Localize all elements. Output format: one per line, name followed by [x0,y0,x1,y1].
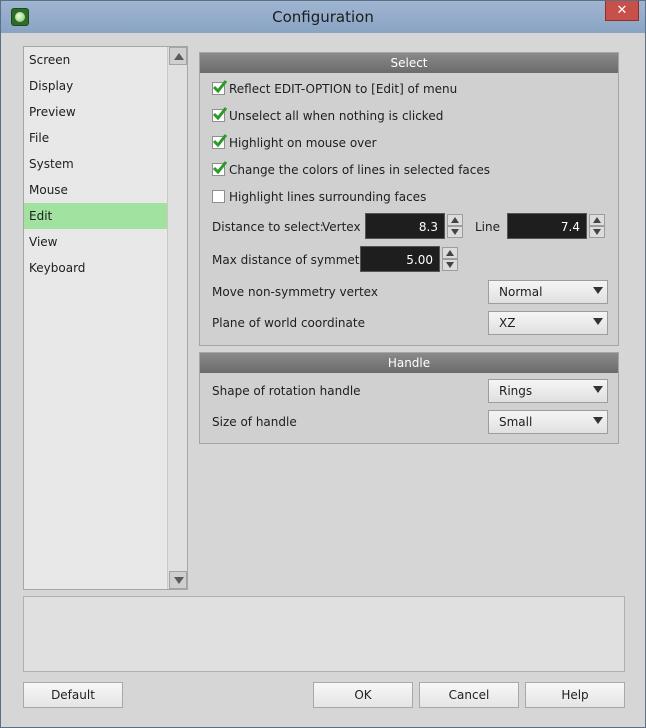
check-mark-icon [212,134,228,148]
vertex-label: Vertex [322,220,361,234]
cancel-button[interactable]: Cancel [419,682,519,708]
sidebar-item-label: Edit [29,209,53,223]
chevron-down-icon [593,417,603,424]
move-nonsymmetry-label: Move non-symmetry vertex [212,285,378,299]
plane-world-coordinate-dropdown[interactable]: XZ [488,311,608,335]
sidebar-item-label: Keyboard [29,261,86,275]
sidebar-item-view[interactable]: View [24,229,167,255]
move-nonsymmetry-dropdown[interactable]: Normal [488,280,608,304]
rotation-handle-shape-label: Shape of rotation handle [212,384,361,398]
checkbox-label: Unselect all when nothing is clicked [229,109,444,123]
title-bar[interactable]: Configuration ✕ [1,1,645,33]
chevron-down-icon [593,318,603,325]
checkbox-box[interactable] [212,80,228,95]
dialog-client-area: Screen Display Preview File System Mouse… [9,33,637,721]
max-symmetry-spin-buttons [442,247,458,271]
max-symmetry-spinner[interactable]: 5.00 [360,246,460,272]
sidebar-item-system[interactable]: System [24,151,167,177]
default-button[interactable]: Default [23,682,123,708]
sidebar-item-label: Display [29,79,74,93]
handle-size-dropdown[interactable]: Small [488,410,608,434]
sidebar-item-label: File [29,131,50,145]
configuration-window: Configuration ✕ Screen Display Preview F… [0,0,646,728]
dropdown-value: XZ [499,316,516,330]
help-button[interactable]: Help [525,682,625,708]
handle-group: Handle Shape of rotation handle Rings Si… [199,352,619,444]
checkbox-box[interactable] [212,134,228,149]
plane-world-coordinate-label: Plane of world coordinate [212,316,365,330]
check-mark-icon [212,107,228,121]
triangle-up-icon [451,217,459,223]
line-spin-buttons [589,214,605,238]
sidebar-item-preview[interactable]: Preview [24,99,167,125]
line-label: Line [475,220,501,234]
vertex-increment-button[interactable] [447,214,463,226]
sidebar-item-mouse[interactable]: Mouse [24,177,167,203]
triangle-down-icon [451,229,459,235]
checkbox-label: Reflect EDIT-OPTION to [Edit] of menu [229,82,458,96]
triangle-down-icon [593,229,601,235]
line-decrement-button[interactable] [589,226,605,238]
max-symmetry-increment-button[interactable] [442,247,458,259]
triangle-up-icon [593,217,601,223]
checkbox-box[interactable] [212,190,225,203]
max-symmetry-decrement-button[interactable] [442,259,458,271]
chevron-down-icon [593,386,603,393]
sidebar-item-edit[interactable]: Edit [24,203,167,229]
sidebar-item-file[interactable]: File [24,125,167,151]
checkbox-box[interactable] [212,107,228,122]
sidebar-item-screen[interactable]: Screen [24,47,167,73]
check-mark-icon [212,161,228,175]
select-group-header: Select [200,53,618,73]
close-button[interactable]: ✕ [605,1,639,21]
triangle-down-icon [174,577,184,584]
scroll-down-button[interactable] [169,571,187,589]
handle-group-header: Handle [200,353,618,373]
sidebar-item-label: View [29,235,58,249]
vertex-spin-buttons [447,214,463,238]
dropdown-value: Rings [499,384,533,398]
highlight-surrounding-lines-checkbox[interactable]: Highlight lines surrounding faces [212,186,612,208]
line-distance-field[interactable]: 7.4 [507,213,587,239]
category-list: Screen Display Preview File System Mouse… [23,46,188,590]
distance-to-select-label: Distance to select: [212,220,324,234]
unselect-all-checkbox[interactable]: Unselect all when nothing is clicked [212,105,612,127]
sidebar-item-keyboard[interactable]: Keyboard [24,255,167,281]
window-title: Configuration [272,8,374,26]
sidebar-item-label: Mouse [29,183,68,197]
dropdown-value: Normal [499,285,543,299]
vertex-decrement-button[interactable] [447,226,463,238]
chevron-down-icon [593,287,603,294]
ok-button[interactable]: OK [313,682,413,708]
select-group: Select Reflect EDIT-OPTION to [Edit] of … [199,52,619,346]
checkbox-label: Change the colors of lines in selected f… [229,163,491,177]
category-scrollbar[interactable] [167,47,187,589]
scroll-up-button[interactable] [169,47,187,65]
checkbox-label: Highlight lines surrounding faces [229,190,427,204]
handle-size-label: Size of handle [212,415,297,429]
change-line-colors-checkbox[interactable]: Change the colors of lines in selected f… [212,159,612,181]
vertex-distance-spinner[interactable]: 8.3 [365,213,465,239]
triangle-down-icon [446,262,454,268]
sidebar-item-label: Screen [29,53,71,67]
line-distance-spinner[interactable]: 7.4 [507,213,607,239]
triangle-up-icon [174,53,184,60]
sidebar-item-label: System [29,157,74,171]
reflect-edit-option-checkbox[interactable]: Reflect EDIT-OPTION to [Edit] of menu [212,78,612,100]
max-symmetry-label: Max distance of symmetry [212,253,372,267]
highlight-mouse-over-checkbox[interactable]: Highlight on mouse over [212,132,612,154]
max-symmetry-field[interactable]: 5.00 [360,246,440,272]
checkbox-label: Highlight on mouse over [229,136,377,150]
rotation-handle-shape-dropdown[interactable]: Rings [488,379,608,403]
description-box [23,596,625,672]
vertex-distance-field[interactable]: 8.3 [365,213,445,239]
check-mark-icon [212,80,228,94]
sidebar-item-label: Preview [29,105,76,119]
sidebar-item-display[interactable]: Display [24,73,167,99]
triangle-up-icon [446,250,454,256]
line-increment-button[interactable] [589,214,605,226]
checkbox-box[interactable] [212,161,228,176]
category-items: Screen Display Preview File System Mouse… [24,47,167,589]
dropdown-value: Small [499,415,533,429]
